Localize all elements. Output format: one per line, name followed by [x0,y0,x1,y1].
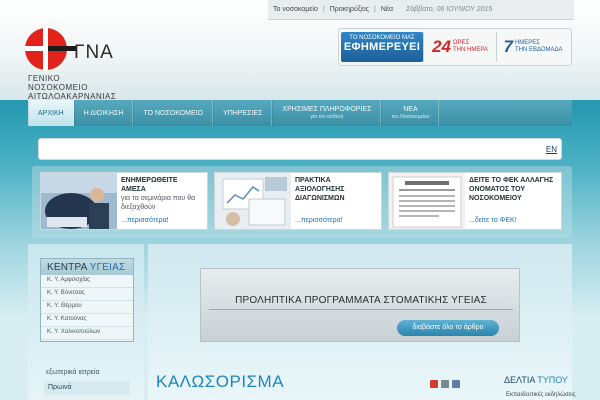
duty-hours-per: ΤΗΝ ΗΜΕΡΑ [453,47,488,53]
nav-label: ΤΟ ΝΟΣΟΚΟΜΕΙΟ [143,109,204,117]
promo-title: ΕΝΗΜΕΡΩΘΕΙΤΕ ΑΜΕΣΑ [121,177,178,193]
health-centers-title-a: ΚΕΝΤΡΑ [47,262,90,273]
nav-label: ΝΕΑ [403,106,418,113]
duty-days: 7 ΗΜΕΡΕΣ ΤΗΝ ΕΒΔΟΜΑΔΑ [496,32,569,62]
featured-article: ΠΡΟΛΗΠΤΙΚΑ ΠΡΟΓΡΑΜΜΑΤΑ ΣΤΟΜΑΤΙΚΗΣ ΥΓΕΙΑΣ… [200,268,520,342]
health-center-item[interactable]: Κ. Υ. Αμφιλοχίας [41,275,133,288]
logo-subtitle: ΓΕΝΙΚΟ ΝΟΣΟΚΟΜΕΙΟ ΑΙΤΩΛΟΑΚΑΡΝΑΝΙΑΣ [28,74,116,101]
on-duty-banner[interactable]: ΤΟ ΝΟΣΟΚΟΜΕΙΟ ΜΑΣ ΕΦΗΜΕΡΕΥΕΙ 24 ΩΡΕΣ ΤΗΝ… [338,28,572,66]
on-duty-big: ΕΦΗΜΕΡΕΥΕΙ [343,41,421,53]
nav-hospital[interactable]: ΤΟ ΝΟΣΟΚΟΜΕΙΟ [133,100,214,126]
featured-article-title: ΠΡΟΛΗΠΤΙΚΑ ΠΡΟΓΡΑΜΜΑΤΑ ΣΤΟΜΑΤΙΚΗΣ ΥΓΕΙΑΣ [235,295,487,306]
health-center-item[interactable]: Κ. Υ. Θέρμου [41,301,133,314]
gazette-document-icon [389,173,465,229]
top-links-bar: Το νοσοκομείο | Προκηρύξεις | Νέα Σάββατ… [268,0,574,20]
promo-title: ΠΡΑΚΤΙΚΑ ΑΞΙΟΛΟΓΗΣΗΣ ΔΙΑΓΩΝΙΣΜΩΝ [295,177,345,202]
nav-label: ΑΡΧΙΚΗ [38,109,64,117]
seminar-photo-icon [41,173,117,229]
nav-news[interactable]: ΝΕΑ του Νοσοκομείου [381,100,440,126]
nav-home[interactable]: ΑΡΧΙΚΗ [28,100,74,126]
language-en-link[interactable]: EN [546,145,557,154]
outpatient-clinics-label: εξωτερικά ιατρεία [46,369,100,376]
press-title-b: ΤΥΠΟΥ [537,375,568,385]
duty-days-per: ΤΗΝ ΕΒΔΟΜΑΔΑ [514,47,563,53]
health-center-item[interactable]: Κ. Υ. Κατούνας [41,314,133,327]
duty-days-number: 7 [503,37,513,56]
promo-text: ΕΝΗΜΕΡΩΘΕΙΤΕ ΑΜΕΣΑ για τα σεμινάρια που … [117,173,207,229]
logo-title: ΓΝΑ [74,42,114,63]
print-icon[interactable] [441,380,449,388]
nav-sublabel: του Νοσοκομείου [391,114,430,120]
health-centers-title-b: ΥΓΕΙΑΣ [89,262,126,273]
pdf-icon[interactable] [430,380,438,388]
duty-hours-unit: ΩΡΕΣ [453,40,470,46]
health-centers-list: Κ. Υ. Αμφιλοχίας Κ. Υ. Βόνιτσας Κ. Υ. Θέ… [41,275,133,340]
promo-more-link[interactable]: ...περισσότερα! [295,217,343,224]
health-center-item[interactable]: Κ. Υ. Χαλκιοπούλων [41,327,133,340]
promo-card-seminars[interactable]: ΕΝΗΜΕΡΩΘΕΙΤΕ ΑΜΕΣΑ για τα σεμινάρια που … [40,172,208,230]
nav-label: ΧΡΗΣΙΜΕΣ ΠΛΗΡΟΦΟΡΙΕΣ [282,106,372,113]
main-nav: ΑΡΧΙΚΗ Η ΔΙΟΙΚΗΣΗ ΤΟ ΝΟΣΟΚΟΜΕΙΟ ΥΠΗΡΕΣΙΕ… [28,100,572,126]
current-date: Σάββατο, 06 ΙΟΥΝΙΟΥ 2015 [406,6,493,13]
documents-photo-icon [215,173,291,229]
health-center-item[interactable]: Κ. Υ. Βόνιτσας [41,288,133,301]
promo-card-fek[interactable]: ΔΕΙΤΕ ΤΟ ΦΕΚ ΑΛΛΑΓΗΣ ΟΝΟΜΑΤΟΣ ΤΟΥ ΝΟΣΟΚΟ… [388,172,562,230]
logo-subtitle-line: ΓΕΝΙΚΟ [28,74,61,83]
outpatient-next-item[interactable] [44,396,130,400]
duty-hours-number: 24 [432,37,452,56]
health-centers-box: ΚΕΝΤΡΑ ΥΓΕΙΑΣ Κ. Υ. Αμφιλοχίας Κ. Υ. Βόν… [40,258,134,342]
cross-logo-icon [24,27,76,71]
on-duty-label: ΤΟ ΝΟΣΟΚΟΜΕΙΟ ΜΑΣ ΕΦΗΜΕΡΕΥΕΙ [341,32,423,62]
promo-description: για τα σεμινάρια που θα διεξαχθούν [121,195,196,211]
email-icon[interactable] [452,380,460,388]
hospital-logo[interactable]: ΓΝΑ ΓΕΝΙΚΟ ΝΟΣΟΚΟΜΕΙΟ ΑΙΤΩΛΟΑΚΑΡΝΑΝΙΑΣ [24,27,134,101]
featured-divider [209,309,513,310]
duty-hours-text: ΩΡΕΣ ΤΗΝ ΗΜΕΡΑ [453,40,488,54]
nav-useful-info[interactable]: ΧΡΗΣΙΜΕΣ ΠΛΗΡΟΦΟΡΙΕΣ για τον ασθενή [272,100,382,126]
nav-administration[interactable]: Η ΔΙΟΙΚΗΣΗ [73,100,134,126]
nav-sublabel: για τον ασθενή [310,114,344,120]
nav-label: Η ΔΙΟΙΚΗΣΗ [83,109,124,117]
article-tools [430,380,460,388]
toplink-announcements[interactable]: Προκηρύξεις [325,6,374,13]
health-centers-title: ΚΕΝΤΡΑ ΥΓΕΙΑΣ [41,259,133,275]
press-releases-title: ΔΕΛΤΙΑ ΤΥΠΟΥ [504,375,568,385]
utility-bar: EN [38,138,562,160]
promo-text: ΠΡΑΚΤΙΚΑ ΑΞΙΟΛΟΓΗΣΗΣ ΔΙΑΓΩΝΙΣΜΩΝ ...περι… [291,173,381,229]
toplink-hospital[interactable]: Το νοσοκομείο [268,6,323,13]
press-title-a: ΔΕΛΤΙΑ [504,375,538,385]
welcome-heading: ΚΑΛΩΣΟΡΙΣΜΑ [156,372,285,391]
read-article-button[interactable]: διαβάστε όλο το άρθρο [397,320,499,336]
press-release-item[interactable]: Εκπαιδευτικές εκδηλώσεις [506,392,576,398]
promo-title: ΔΕΙΤΕ ΤΟ ΦΕΚ ΑΛΛΑΓΗΣ ΟΝΟΜΑΤΟΣ ΤΟΥ ΝΟΣΟΚΟ… [469,177,554,202]
nav-label: ΥΠΗΡΕΣΙΕΣ [223,109,263,117]
outpatient-morning-item[interactable]: Πρωινά [44,381,130,395]
duty-days-text: ΗΜΕΡΕΣ ΤΗΝ ΕΒΔΟΜΑΔΑ [515,40,563,54]
promo-card-evaluation[interactable]: ΠΡΑΚΤΙΚΑ ΑΞΙΟΛΟΓΗΣΗΣ ΔΙΑΓΩΝΙΣΜΩΝ ...περι… [214,172,382,230]
toplink-news[interactable]: Νέα [376,6,398,13]
duty-hours: 24 ΩΡΕΣ ΤΗΝ ΗΜΕΡΑ [423,32,496,62]
promo-text: ΔΕΙΤΕ ΤΟ ΦΕΚ ΑΛΛΑΓΗΣ ΟΝΟΜΑΤΟΣ ΤΟΥ ΝΟΣΟΚΟ… [465,173,561,229]
promo-more-link[interactable]: ...περισσότερα! [121,217,169,224]
duty-days-unit: ΗΜΕΡΕΣ [514,40,540,46]
logo-subtitle-line: ΝΟΣΟΚΟΜΕΙΟ [28,83,88,92]
nav-services[interactable]: ΥΠΗΡΕΣΙΕΣ [213,100,273,126]
promo-more-link[interactable]: ...δείτε το ΦΕΚ! [469,217,517,224]
